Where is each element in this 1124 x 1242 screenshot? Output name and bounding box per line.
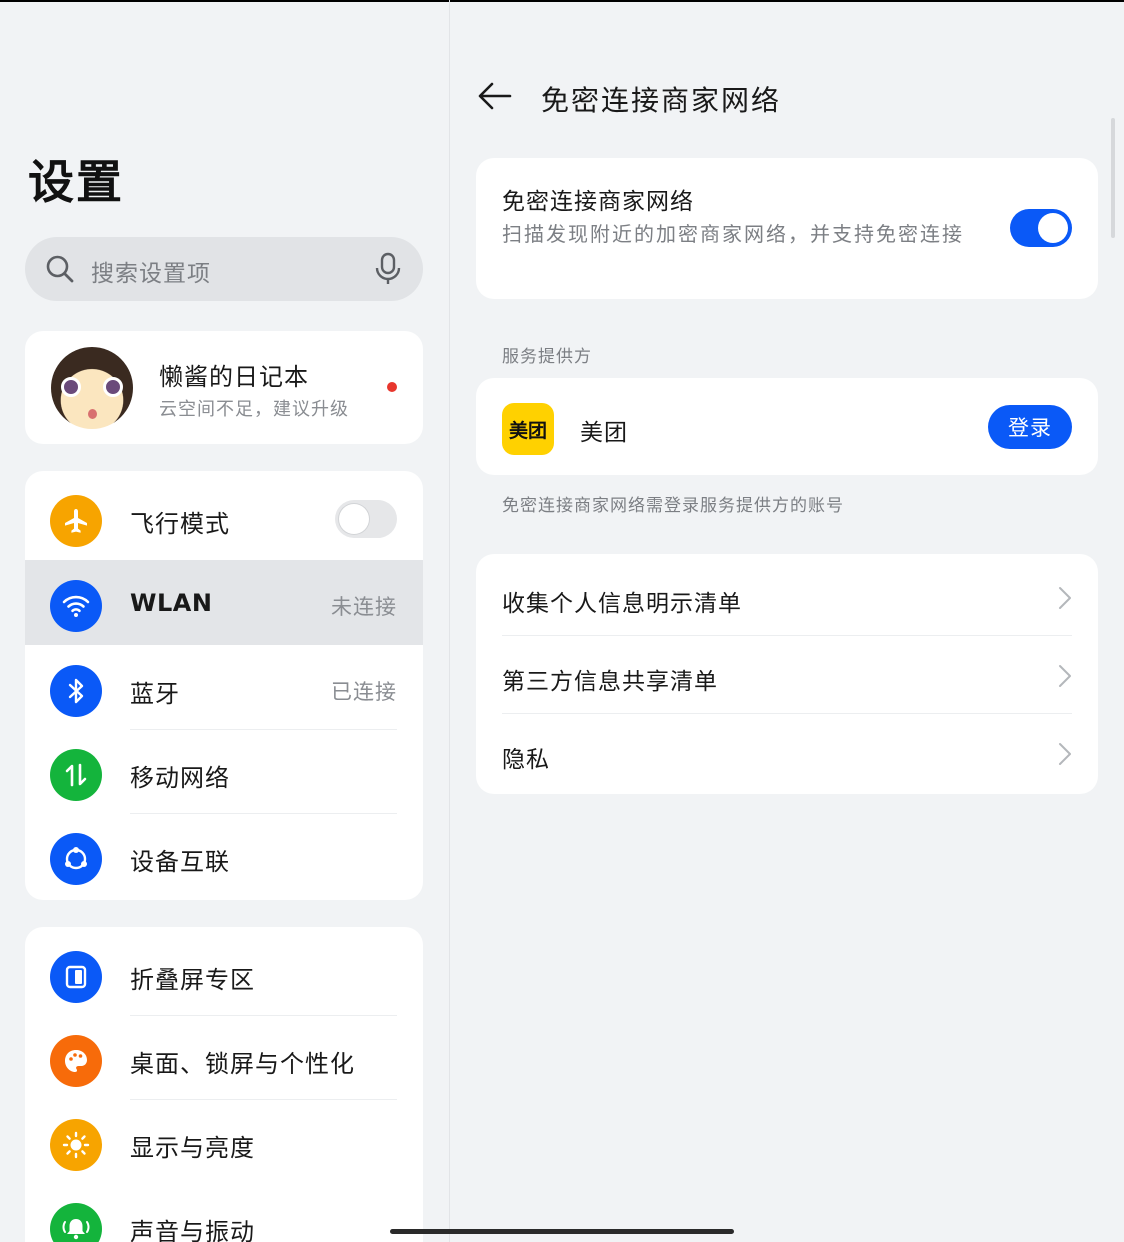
- search-placeholder: 搜索设置项: [91, 261, 211, 287]
- bell-icon: [50, 1203, 102, 1242]
- airplane-mode-toggle[interactable]: [335, 500, 397, 538]
- mobile-data-icon: [50, 749, 102, 801]
- sidebar-item-mobile-network[interactable]: 移动网络: [25, 729, 423, 814]
- sidebar-item-foldable[interactable]: 折叠屏专区: [25, 931, 423, 1016]
- feature-card: 免密连接商家网络 扫描发现附近的加密商家网络，并支持免密连接: [476, 158, 1098, 299]
- links-card: 收集个人信息明示清单 第三方信息共享清单 隐私: [476, 554, 1098, 794]
- link-label: 第三方信息共享清单: [502, 669, 718, 695]
- provider-card: 美团 美团 登录: [476, 378, 1098, 475]
- link-third-party-sharing[interactable]: 第三方信息共享清单: [476, 636, 1098, 714]
- link-personal-info-list[interactable]: 收集个人信息明示清单: [476, 558, 1098, 636]
- avatar: [51, 347, 133, 429]
- login-button[interactable]: 登录: [988, 405, 1072, 449]
- sidebar-item-label: WLAN: [130, 589, 213, 617]
- link-label: 隐私: [502, 747, 550, 773]
- notification-dot: [387, 382, 397, 392]
- provider-note: 免密连接商家网络需登录服务提供方的账号: [502, 496, 844, 516]
- account-name: 懒酱的日记本: [159, 363, 309, 391]
- sidebar-item-label: 显示与亮度: [130, 1134, 255, 1162]
- sidebar-item-airplane-mode[interactable]: 飞行模式: [25, 475, 423, 560]
- airplane-icon: [50, 495, 102, 547]
- account-subtitle: 云空间不足，建议升级: [159, 399, 349, 420]
- sidebar-item-label: 折叠屏专区: [130, 966, 255, 994]
- settings-sidebar: 设置 搜索设置项 懒酱的日记本 云空间不足，建议升级 飞行模式 WLAN 未连接…: [0, 0, 449, 1242]
- page-title: 设置: [28, 155, 124, 209]
- back-arrow-icon[interactable]: [476, 78, 514, 114]
- meituan-logo: 美团: [502, 403, 554, 455]
- bluetooth-status: 已连接: [331, 680, 397, 704]
- settings-group-connectivity: 飞行模式 WLAN 未连接 蓝牙 已连接 移动网络 设备互联: [25, 471, 423, 900]
- sidebar-item-label: 声音与振动: [130, 1218, 255, 1242]
- palette-icon: [50, 1035, 102, 1087]
- chevron-right-icon: [1059, 665, 1071, 687]
- wlan-status: 未连接: [331, 595, 397, 619]
- feature-description: 扫描发现附近的加密商家网络，并支持免密连接: [502, 222, 964, 246]
- sidebar-item-display[interactable]: 显示与亮度: [25, 1099, 423, 1184]
- home-indicator[interactable]: [390, 1229, 734, 1234]
- sidebar-item-label: 飞行模式: [130, 510, 230, 538]
- feature-title: 免密连接商家网络: [502, 189, 694, 215]
- sidebar-item-label: 设备互联: [130, 848, 230, 876]
- sidebar-item-label: 移动网络: [130, 764, 230, 792]
- brightness-icon: [50, 1119, 102, 1171]
- account-card[interactable]: 懒酱的日记本 云空间不足，建议升级: [25, 331, 423, 444]
- chevron-right-icon: [1059, 587, 1071, 609]
- link-privacy[interactable]: 隐私: [476, 714, 1098, 792]
- sidebar-item-sound[interactable]: 声音与振动: [25, 1183, 423, 1242]
- sidebar-item-bluetooth[interactable]: 蓝牙 已连接: [25, 645, 423, 730]
- sidebar-item-label: 蓝牙: [130, 680, 180, 708]
- microphone-icon[interactable]: [373, 252, 403, 286]
- providers-section-label: 服务提供方: [502, 347, 592, 367]
- detail-pane: 免密连接商家网络 免密连接商家网络 扫描发现附近的加密商家网络，并支持免密连接 …: [450, 0, 1124, 1242]
- detail-title: 免密连接商家网络: [541, 84, 782, 117]
- sidebar-item-wlan[interactable]: WLAN 未连接: [25, 560, 423, 645]
- sidebar-item-device-connect[interactable]: 设备互联: [25, 813, 423, 898]
- sidebar-item-personalization[interactable]: 桌面、锁屏与个性化: [25, 1015, 423, 1100]
- search-icon: [46, 255, 74, 283]
- chevron-right-icon: [1059, 743, 1071, 765]
- merchant-network-toggle[interactable]: [1010, 209, 1072, 247]
- scrollbar[interactable]: [1111, 118, 1115, 238]
- settings-group-personal: 折叠屏专区 桌面、锁屏与个性化 显示与亮度 声音与振动: [25, 927, 423, 1242]
- provider-name: 美团: [580, 420, 628, 446]
- search-input[interactable]: 搜索设置项: [25, 237, 423, 301]
- link-label: 收集个人信息明示清单: [502, 591, 742, 617]
- device-connect-icon: [50, 833, 102, 885]
- sidebar-item-label: 桌面、锁屏与个性化: [130, 1050, 355, 1078]
- foldable-icon: [50, 951, 102, 1003]
- bluetooth-icon: [50, 665, 102, 717]
- screen: 设置 搜索设置项 懒酱的日记本 云空间不足，建议升级 飞行模式 WLAN 未连接…: [0, 0, 1124, 1242]
- wifi-icon: [50, 580, 102, 632]
